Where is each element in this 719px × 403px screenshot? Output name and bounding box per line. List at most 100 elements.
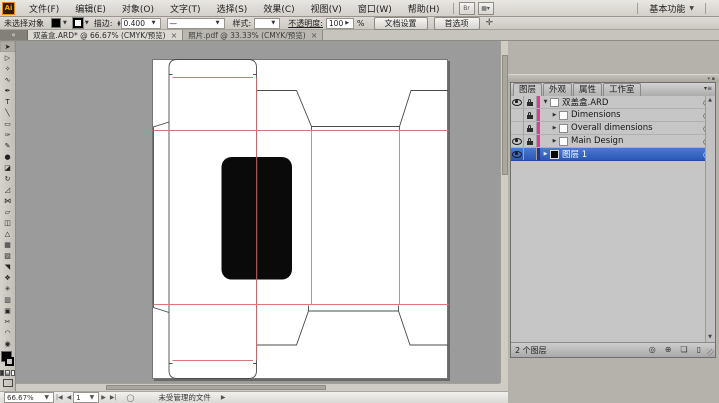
magic-wand-tool[interactable]: ✧ — [0, 63, 15, 74]
zoom-level-select[interactable]: 66.67% ▼ — [4, 392, 54, 403]
close-tab-icon[interactable]: × — [171, 31, 178, 40]
previous-artboard-icon[interactable]: ◀ — [67, 394, 72, 401]
panel-tab-appearance[interactable]: 外观 — [543, 83, 572, 96]
app-logo-icon[interactable]: Ai — [2, 2, 15, 15]
rectangle-tool[interactable]: ▭ — [0, 118, 15, 129]
type-tool[interactable]: T — [0, 96, 15, 107]
opacity-input[interactable]: 100 ▶ — [326, 18, 354, 29]
menu-item-type[interactable]: 文字(T) — [162, 0, 209, 17]
expand-layer-icon[interactable]: ▶ — [541, 151, 550, 157]
close-tab-icon[interactable]: × — [311, 31, 318, 40]
delete-layer-icon[interactable]: ▯ — [697, 345, 701, 355]
line-segment-tool[interactable]: ╲ — [0, 107, 15, 118]
panel-menu-icon[interactable]: ▾≡ — [704, 85, 712, 92]
scrollbar-thumb[interactable] — [106, 385, 326, 390]
panel-tab-attributes[interactable]: 属性 — [573, 83, 602, 96]
lock-toggle[interactable] — [524, 109, 537, 121]
canvas[interactable] — [16, 41, 500, 383]
expand-layer-icon[interactable]: ▶ — [550, 138, 559, 144]
zoom-tool[interactable]: ◉ — [0, 338, 15, 349]
menu-item-window[interactable]: 窗口(W) — [350, 0, 400, 17]
menu-item-edit[interactable]: 编辑(E) — [67, 0, 114, 17]
layer-row[interactable]: ▶Overall dimensions○ — [511, 122, 715, 135]
status-menu-icon[interactable]: ▶ — [221, 394, 226, 401]
scroll-up-icon[interactable]: ▲ — [706, 96, 714, 105]
blob-brush-tool[interactable]: ● — [0, 151, 15, 162]
menu-item-view[interactable]: 视图(V) — [303, 0, 350, 17]
selection-tool[interactable]: ➤ — [0, 41, 15, 52]
preferences-button[interactable]: 首选项 — [434, 17, 480, 30]
layer-row[interactable]: ▼双盖盒.ARD○ — [511, 96, 715, 109]
document-setup-button[interactable]: 文档设置 — [374, 17, 428, 30]
menu-item-help[interactable]: 帮助(H) — [400, 0, 448, 17]
pen-tool[interactable]: ✒ — [0, 85, 15, 96]
toolbar-stroke-swatch[interactable] — [5, 357, 14, 366]
panel-tab-studio[interactable]: 工作室 — [603, 83, 641, 96]
variable-width-profile-select[interactable]: — ▼ — [167, 18, 225, 29]
layer-row[interactable]: ▶Dimensions○ — [511, 109, 715, 122]
last-artboard-icon[interactable]: ▶| — [110, 394, 117, 401]
rotate-tool[interactable]: ↻ — [0, 173, 15, 184]
paintbrush-tool[interactable]: ✑ — [0, 129, 15, 140]
lock-toggle[interactable] — [524, 96, 537, 108]
style-select[interactable]: ▼ — [254, 18, 280, 29]
panel-tab-layers[interactable]: 图层 — [513, 83, 542, 96]
gradient-tool[interactable]: ▧ — [0, 250, 15, 261]
panel-scrollbar[interactable]: ▲ ▼ — [705, 96, 715, 342]
symbol-sprayer-tool[interactable]: ✳ — [0, 283, 15, 294]
none-mode-icon[interactable] — [11, 370, 15, 376]
screen-mode-icon[interactable] — [3, 379, 13, 387]
free-transform-tool[interactable]: ▱ — [0, 206, 15, 217]
menu-item-effect[interactable]: 效果(C) — [255, 0, 302, 17]
new-layer-icon[interactable]: ❏ — [680, 345, 687, 355]
arrange-documents-icon[interactable]: ▦▾ — [478, 2, 494, 15]
visibility-toggle[interactable] — [511, 122, 524, 134]
first-artboard-icon[interactable]: |◀ — [56, 394, 63, 401]
shape-builder-tool[interactable]: ◫ — [0, 217, 15, 228]
make-clipping-mask-icon[interactable]: ◎ — [649, 345, 656, 355]
pencil-tool[interactable]: ✎ — [0, 140, 15, 151]
mesh-tool[interactable]: ▦ — [0, 239, 15, 250]
gradient-mode-icon[interactable] — [5, 370, 9, 376]
workspace-switcher[interactable]: 基本功能 ▼ — [643, 1, 700, 16]
visibility-toggle[interactable] — [511, 96, 524, 108]
go-to-bridge-icon[interactable]: Br — [459, 2, 475, 15]
eraser-tool[interactable]: ◪ — [0, 162, 15, 173]
chevron-down-icon[interactable]: ▼ — [85, 20, 89, 26]
expand-layer-icon[interactable]: ▶ — [550, 112, 559, 118]
lock-toggle[interactable] — [524, 135, 537, 147]
stroke-color-swatch[interactable] — [73, 18, 83, 28]
lock-toggle[interactable] — [524, 122, 537, 134]
opacity-link[interactable]: 不透明度: — [288, 18, 323, 29]
horizontal-scrollbar[interactable] — [16, 383, 500, 391]
artboard-number-select[interactable]: 1 ▼ — [73, 392, 99, 403]
expand-layer-icon[interactable]: ▶ — [550, 125, 559, 131]
perspective-grid-tool[interactable]: △ — [0, 228, 15, 239]
blend-tool[interactable]: ❖ — [0, 272, 15, 283]
menu-item-file[interactable]: 文件(F) — [21, 0, 67, 17]
menu-item-object[interactable]: 对象(O) — [114, 0, 162, 17]
lasso-tool[interactable]: ∿ — [0, 74, 15, 85]
panel-resize-grip[interactable] — [707, 349, 714, 356]
visibility-toggle[interactable] — [511, 135, 524, 147]
menu-item-select[interactable]: 选择(S) — [209, 0, 256, 17]
document-tab-inactive[interactable]: 照片.pdf @ 33.33% (CMYK/预览) × — [183, 30, 323, 40]
collapse-layer-icon[interactable]: ▼ — [541, 99, 550, 105]
visibility-toggle[interactable] — [511, 109, 524, 121]
layer-row[interactable]: ▶图层 1○ — [511, 148, 715, 161]
chevron-down-icon[interactable]: ▼ — [63, 20, 67, 26]
dieline-crease-lines[interactable] — [154, 78, 449, 361]
eyedropper-tool[interactable]: ◥ — [0, 261, 15, 272]
artboard-tool[interactable]: ▣ — [0, 305, 15, 316]
lock-toggle[interactable] — [524, 148, 537, 160]
tools-panel-tab-stub[interactable]: « — [0, 30, 28, 40]
dieline-cut-lines[interactable] — [154, 60, 449, 379]
hand-tool[interactable]: ◠ — [0, 327, 15, 338]
color-mode-icon[interactable] — [0, 370, 4, 376]
column-graph-tool[interactable]: ▥ — [0, 294, 15, 305]
document-tab-active[interactable]: 双盖盒.ARD* @ 66.67% (CMYK/预览) × — [28, 30, 183, 40]
visibility-toggle[interactable] — [511, 148, 524, 160]
layer-row[interactable]: ▶Main Design○ — [511, 135, 715, 148]
scale-tool[interactable]: ◿ — [0, 184, 15, 195]
slice-tool[interactable]: ✂ — [0, 316, 15, 327]
